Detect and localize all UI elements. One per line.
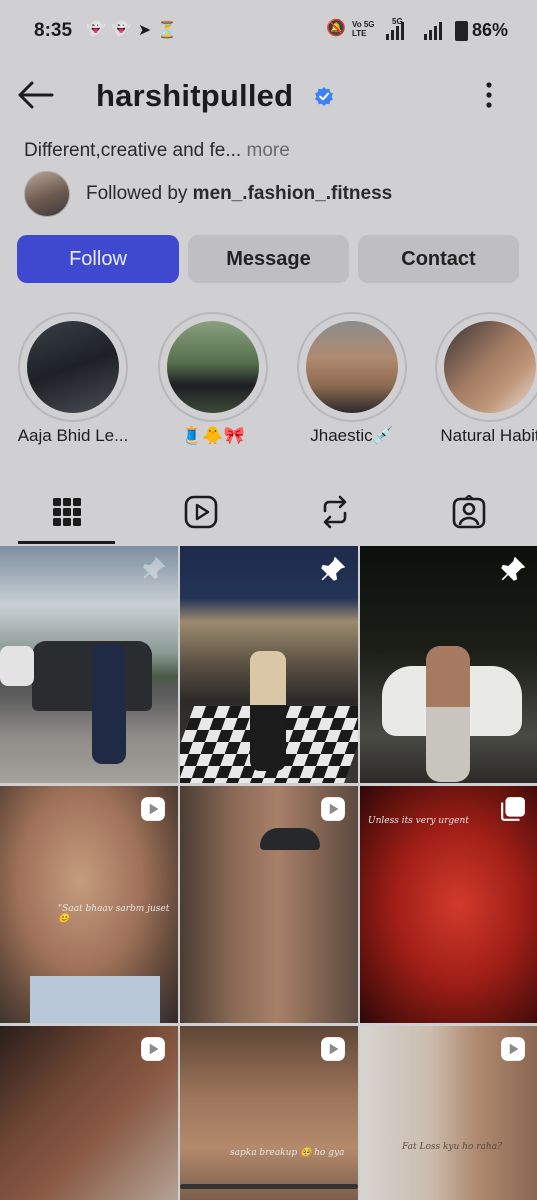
highlight-label: 🧵🐥🎀 (181, 426, 245, 445)
highlight-label: Jhaestic💉 (310, 426, 394, 445)
post-figure (0, 646, 34, 686)
followed-by-text: Followed by men_.fashion_.fitness (86, 183, 393, 204)
highlight-thumbnail (444, 321, 536, 413)
gesture-nav-bar[interactable] (180, 1184, 358, 1189)
followed-by-user: men_.fashion_.fitness (192, 183, 393, 204)
posts-grid: "Saat bhaav sarbm juset 😊 Unless its ver… (0, 546, 537, 1200)
post-thumbnail[interactable] (0, 546, 178, 783)
post-figure (426, 646, 470, 782)
message-button[interactable]: Message (188, 235, 349, 283)
highlight-label: Natural Habit (440, 426, 537, 445)
arrow-left-icon[interactable] (16, 78, 56, 112)
reel-icon (141, 797, 165, 821)
highlight-ring (435, 312, 537, 422)
highlight-thumbnail (306, 321, 398, 413)
bio-more-link[interactable]: more (247, 140, 290, 161)
more-vertical-icon[interactable] (478, 80, 500, 110)
app-icon: ⏳ (157, 22, 178, 39)
active-tab-indicator (18, 541, 115, 544)
post-thumbnail[interactable]: sapka breakup 🥺 ho gya (180, 1026, 358, 1200)
network-type: Vo 5G LTE (352, 20, 375, 38)
post-thumbnail[interactable]: "Saat bhaav sarbm juset 😊 (0, 786, 178, 1023)
reel-icon (501, 1037, 525, 1061)
status-time: 8:35 (34, 20, 73, 41)
post-thumbnail[interactable]: Fat Loss kyu ho raha? (360, 1026, 537, 1200)
status-bar: 8:35 👻 👻 ➤ ⏳ 🔕 Vo 5G LTE 5G 86% (0, 0, 537, 64)
highlight-thumbnail (27, 321, 119, 413)
story-highlight[interactable]: Natural Habit (435, 312, 537, 445)
profile-header: harshitpulled (0, 64, 537, 126)
battery-indicator: 86% (455, 20, 508, 41)
signal-icon (386, 18, 404, 40)
tab-posts[interactable] (0, 482, 134, 542)
highlight-ring (158, 312, 268, 422)
reel-icon (321, 797, 345, 821)
contact-button[interactable]: Contact (358, 235, 519, 283)
post-caption: Fat Loss kyu ho raha? (402, 1142, 502, 1152)
pin-icon (501, 556, 526, 581)
repost-icon (323, 495, 347, 529)
profile-tabs (0, 482, 537, 544)
tab-tagged[interactable] (402, 482, 536, 542)
follow-button[interactable]: Follow (17, 235, 179, 283)
post-thumbnail[interactable]: Unless its very urgent (360, 786, 537, 1023)
post-figure (260, 828, 320, 850)
post-figure (92, 644, 126, 764)
post-shorts (30, 976, 160, 1023)
story-highlight[interactable]: Aaja Bhid Le... (18, 312, 128, 445)
avatar (24, 171, 70, 217)
verified-badge-icon (315, 87, 333, 106)
post-caption: Unless its very urgent (368, 816, 469, 826)
grid-icon (53, 498, 81, 526)
followed-by[interactable]: Followed by men_.fashion_.fitness (24, 170, 392, 218)
profile-bio: Different,creative and fe... more (24, 140, 290, 162)
battery-icon (455, 20, 468, 41)
mute-icon: 🔕 (326, 20, 346, 37)
highlight-ring (297, 312, 407, 422)
reel-icon (141, 1037, 165, 1061)
highlight-label: Aaja Bhid Le... (17, 426, 129, 445)
snapchat-icon: 👻 (86, 22, 106, 39)
story-highlight[interactable]: Jhaestic💉 (297, 312, 407, 445)
reels-icon (184, 495, 218, 529)
post-caption: sapka breakup 🥺 ho gya (230, 1148, 345, 1158)
tab-reposts[interactable] (268, 482, 402, 542)
profile-username: harshitpulled (96, 78, 294, 113)
highlight-ring (18, 312, 128, 422)
highlight-thumbnail (167, 321, 259, 413)
notification-icons: 👻 👻 ➤ ⏳ (86, 20, 177, 40)
telegram-icon: ➤ (137, 22, 152, 39)
story-highlight[interactable]: 🧵🐥🎀 (158, 312, 268, 445)
bio-text: Different,creative and fe... (24, 140, 242, 161)
carousel-icon (501, 797, 525, 821)
post-figure (250, 651, 286, 771)
tab-reels[interactable] (134, 482, 268, 542)
signal-icon (424, 18, 442, 40)
reel-icon (321, 1037, 345, 1061)
post-thumbnail[interactable] (180, 786, 358, 1023)
post-thumbnail[interactable] (360, 546, 537, 783)
pin-icon (321, 556, 346, 581)
pin-icon (143, 556, 166, 579)
post-thumbnail[interactable] (0, 1026, 178, 1200)
tagged-icon (452, 495, 486, 529)
post-caption: "Saat bhaav sarbm juset 😊 (58, 904, 170, 924)
post-thumbnail[interactable] (180, 546, 358, 783)
snapchat-icon: 👻 (111, 22, 132, 39)
